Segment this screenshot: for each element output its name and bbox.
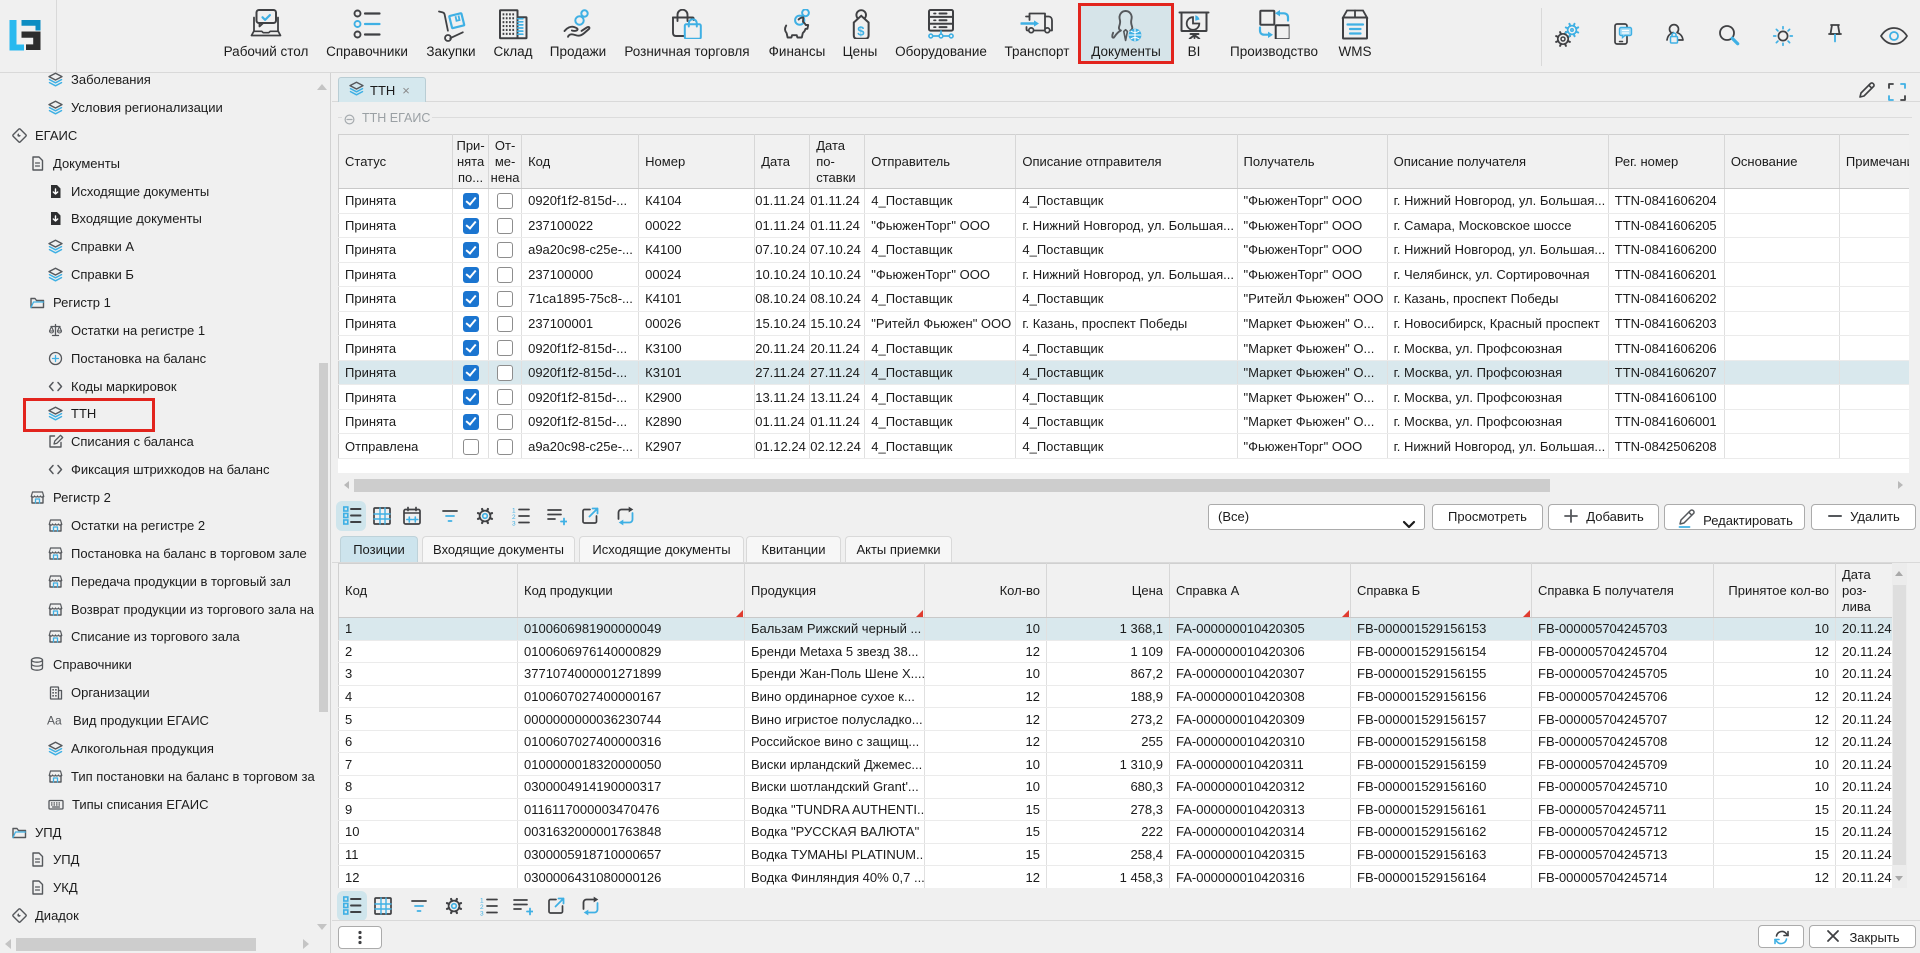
svg-text:Aa: Aa xyxy=(47,714,62,728)
svg-text:3: 3 xyxy=(512,521,516,528)
svg-text:3: 3 xyxy=(480,911,484,918)
